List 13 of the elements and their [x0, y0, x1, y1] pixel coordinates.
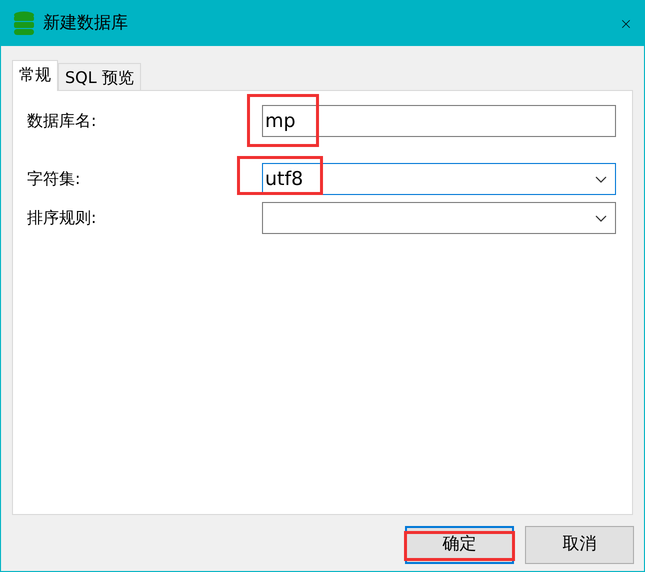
field-label: 排序规则:: [27, 207, 98, 229]
dialog-button[interactable]: 取消: [525, 526, 634, 564]
chevron-down-icon: [595, 214, 607, 222]
field-label: 字符集:: [27, 168, 82, 190]
tab[interactable]: 常规: [12, 60, 58, 91]
input-field[interactable]: mp: [262, 105, 616, 137]
field-label: 数据库名:: [27, 110, 98, 132]
dropdown-field[interactable]: [262, 202, 616, 234]
tab[interactable]: SQL 预览: [58, 63, 141, 90]
window-title: 新建数据库: [43, 12, 128, 35]
dropdown-field[interactable]: utf8: [262, 163, 616, 195]
database-icon: [13, 10, 35, 36]
chevron-down-icon: [595, 176, 607, 182]
